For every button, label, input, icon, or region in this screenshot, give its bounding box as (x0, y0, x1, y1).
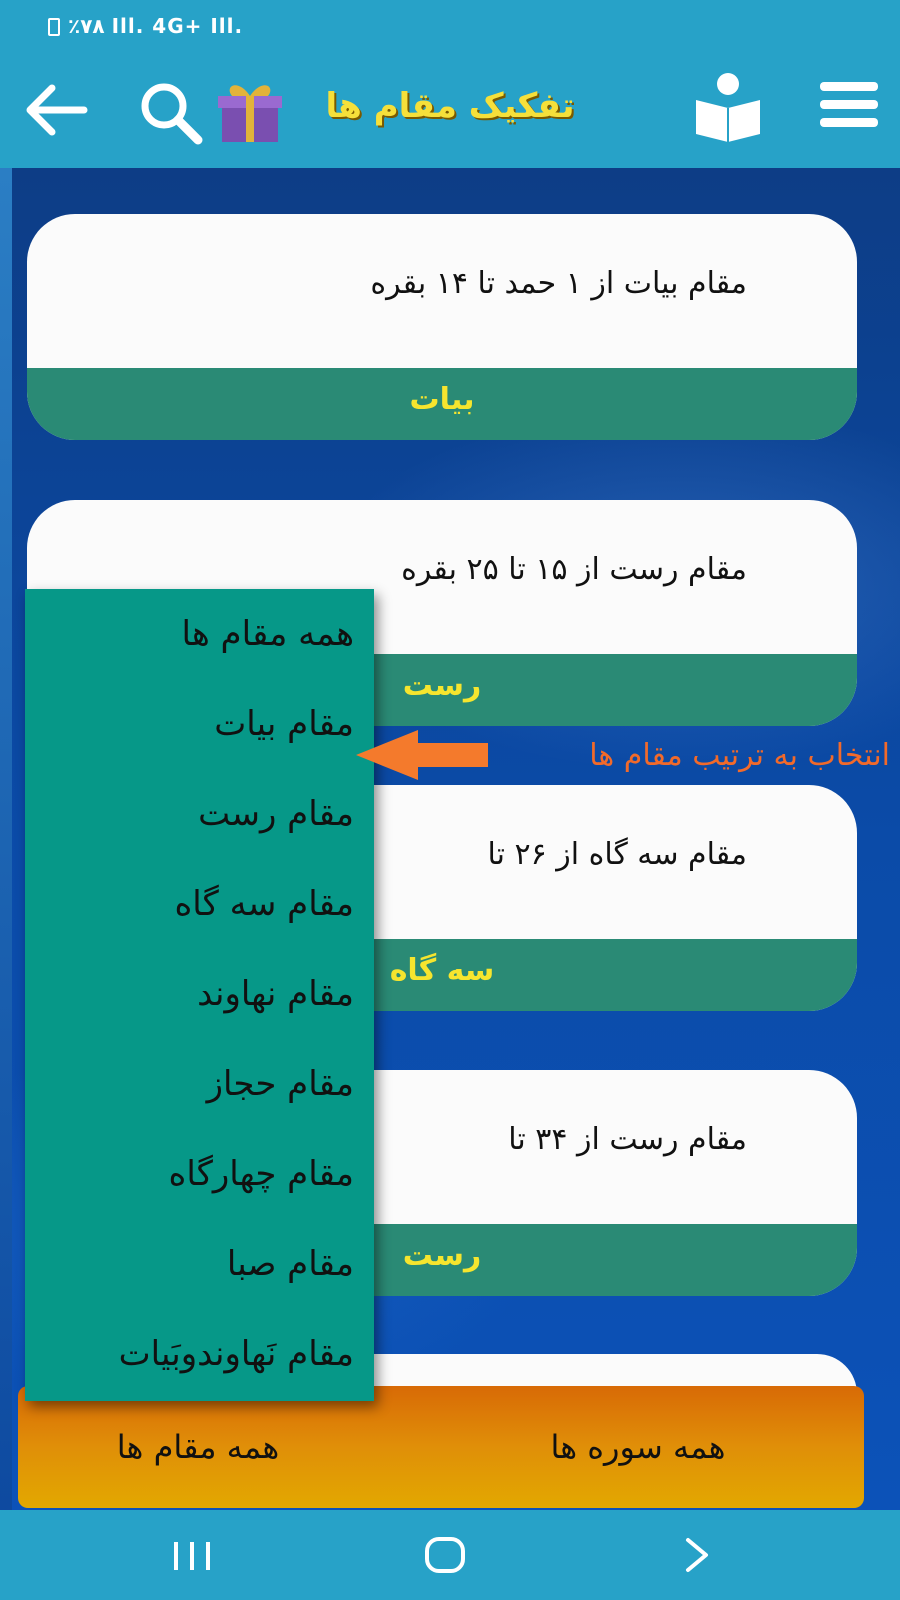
card-text: مقام سه گاه از ۲۶ تا (487, 837, 747, 872)
menu-item-rast[interactable]: مقام رست (25, 769, 374, 859)
app-bar: تفکیک مقام ها (0, 50, 900, 168)
gift-icon[interactable] (214, 74, 286, 146)
card-text: مقام رست از ۳۴ تا (508, 1122, 747, 1157)
tab-all-maqams[interactable]: همه مقام ها (58, 1386, 338, 1508)
menu-item-nahavand[interactable]: مقام نهاوند (25, 949, 374, 1039)
status-text: ٪۷۸ Ill. 4G+ Ill. (68, 14, 244, 38)
menu-item-saba[interactable]: مقام صبا (25, 1219, 374, 1309)
tab-all-surahs[interactable]: همه سوره ها (478, 1386, 798, 1508)
back-chevron-icon[interactable] (662, 1530, 732, 1580)
menu-item-segah[interactable]: مقام سه گاه (25, 859, 374, 949)
status-bar: ٪۷۸ Ill. 4G+ Ill. (0, 0, 900, 50)
back-arrow-icon[interactable] (22, 80, 88, 140)
system-nav-bar (0, 1510, 900, 1600)
maqam-dropdown-menu: همه مقام ها مقام بیات مقام رست مقام سه گ… (25, 589, 374, 1401)
bottom-tab-bar: همه مقام ها همه سوره ها (18, 1386, 864, 1508)
menu-item-nahavand-bayat[interactable]: مقام نَهاوندوبَیات (25, 1309, 374, 1399)
menu-item-all-maqams[interactable]: همه مقام ها (25, 589, 374, 679)
annotation-arrow-icon (356, 730, 488, 780)
hamburger-menu-icon[interactable] (820, 80, 878, 130)
menu-item-chahargah[interactable]: مقام چهارگاه (25, 1129, 374, 1219)
annotation-text: انتخاب به ترتیب مقام ها (589, 738, 890, 773)
battery-icon (48, 18, 60, 36)
book-reader-icon[interactable] (690, 70, 766, 142)
maqam-card[interactable]: مقام بیات از ۱ حمد تا ۱۴ بقره بیات (27, 214, 857, 440)
card-text: مقام رست از ۱۵ تا ۲۵ بقره (401, 552, 747, 587)
card-footer-label[interactable]: بیات (27, 368, 857, 440)
home-icon[interactable] (410, 1530, 480, 1580)
page-title: تفکیک مقام ها (325, 86, 575, 126)
recent-apps-icon[interactable] (158, 1530, 228, 1580)
card-text: مقام بیات از ۱ حمد تا ۱۴ بقره (370, 266, 747, 301)
search-icon[interactable] (136, 78, 206, 148)
menu-item-hijaz[interactable]: مقام حجاز (25, 1039, 374, 1129)
menu-item-bayat[interactable]: مقام بیات (25, 679, 374, 769)
